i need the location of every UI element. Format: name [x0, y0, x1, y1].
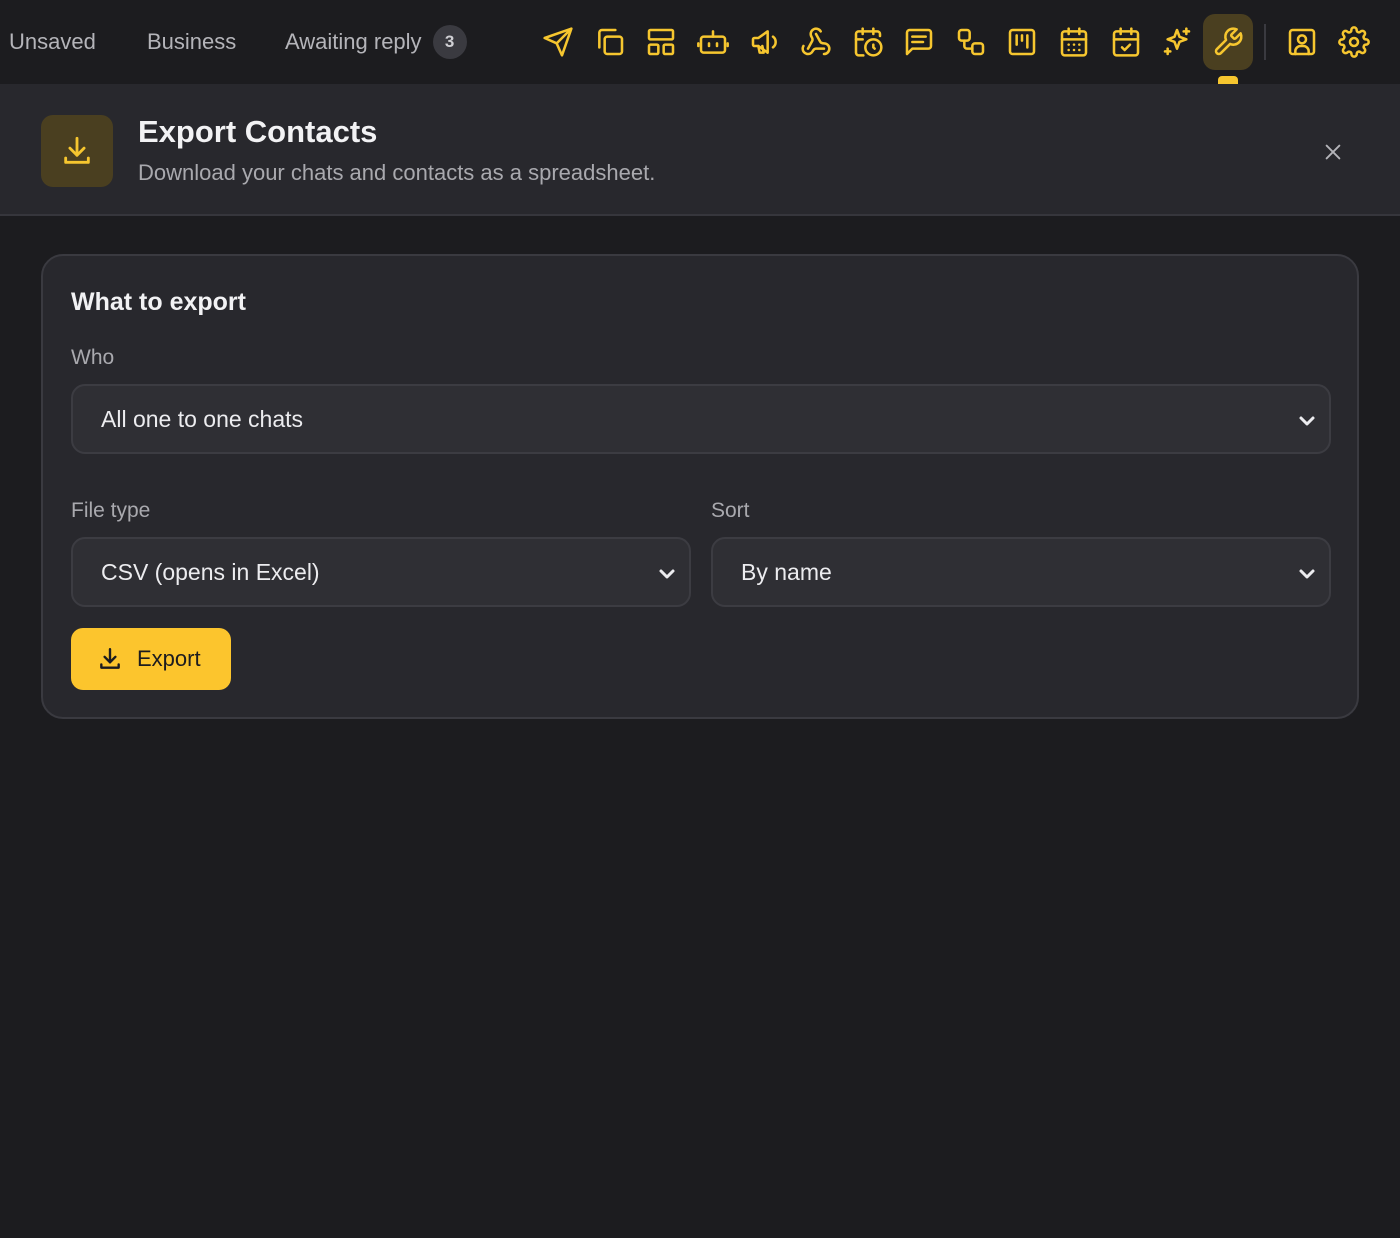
header-icon-tile [41, 115, 113, 187]
sort-label: Sort [711, 499, 750, 522]
file-type-select-value: CSV (opens in Excel) [101, 558, 320, 585]
copy-icon [598, 28, 624, 56]
tab-business[interactable]: Business [147, 0, 236, 84]
section-title: What to export [71, 288, 246, 316]
layout-button[interactable] [636, 16, 686, 68]
file-type-label: File type [71, 499, 151, 522]
who-label: Who [71, 346, 115, 369]
copy-button[interactable] [585, 16, 635, 68]
page-title: Export Contacts [138, 114, 378, 149]
calendar-grid-icon [1060, 27, 1088, 57]
top-navigation-bar: Unsaved Business Awaiting reply 3 [0, 0, 1400, 84]
close-button[interactable] [1317, 136, 1349, 168]
tab-awaiting-reply[interactable]: Awaiting reply 3 [285, 0, 467, 84]
calendar-clock-icon [854, 27, 883, 57]
settings-button[interactable] [1329, 16, 1379, 68]
chevron-down-icon [657, 563, 677, 583]
contacts-button[interactable] [1277, 16, 1327, 68]
active-tab-indicator [1218, 76, 1238, 84]
who-select[interactable]: All one to one chats [71, 384, 1331, 454]
calendar-check-icon [1112, 27, 1140, 57]
message-square-icon [905, 28, 933, 56]
file-type-select[interactable]: CSV (opens in Excel) [71, 537, 691, 607]
tools-button[interactable] [1203, 14, 1253, 70]
bot-icon [697, 30, 729, 54]
messages-button[interactable] [894, 16, 944, 68]
chevron-down-icon [1297, 410, 1317, 430]
send-button[interactable] [533, 16, 583, 68]
tab-label: Unsaved [9, 29, 96, 54]
workflow-button[interactable] [946, 16, 996, 68]
calendar-button[interactable] [1049, 16, 1099, 68]
who-select-value: All one to one chats [101, 405, 304, 432]
send-icon [543, 27, 573, 57]
settings-icon [1338, 26, 1370, 58]
export-button[interactable]: Export [71, 628, 231, 690]
ai-button[interactable] [1152, 16, 1202, 68]
close-icon [1325, 144, 1341, 160]
sort-select-value: By name [741, 558, 832, 585]
tab-label: Business [147, 29, 237, 54]
toolbar-divider [1264, 24, 1266, 60]
chevron-down-icon [1297, 563, 1317, 583]
export-button-label: Export [137, 646, 201, 671]
kanban-icon [1008, 28, 1036, 56]
download-icon [64, 136, 90, 164]
scheduled-button[interactable] [843, 16, 893, 68]
count-badge: 3 [432, 25, 467, 59]
kanban-button[interactable] [997, 16, 1047, 68]
webhook-button[interactable] [791, 16, 841, 68]
bot-button[interactable] [688, 16, 738, 68]
appointments-button[interactable] [1101, 16, 1151, 68]
download-icon [100, 648, 120, 669]
wrench-icon [1214, 27, 1243, 56]
broadcast-button[interactable] [740, 16, 790, 68]
webhook-icon [801, 27, 831, 56]
megaphone-icon [751, 30, 777, 54]
sort-select[interactable]: By name [711, 537, 1331, 607]
workflow-icon [957, 28, 985, 56]
page-subtitle: Download your chats and contacts as a sp… [138, 160, 656, 185]
page-header: Export Contacts Download your chats and … [0, 84, 1400, 216]
export-options-card: What to export Who All one to one chats … [41, 254, 1359, 719]
contact-icon [1288, 28, 1316, 56]
sparkles-icon [1163, 27, 1191, 56]
tab-label: Awaiting reply [285, 29, 422, 54]
layout-icon [647, 28, 675, 56]
tab-unsaved[interactable]: Unsaved [9, 0, 96, 84]
